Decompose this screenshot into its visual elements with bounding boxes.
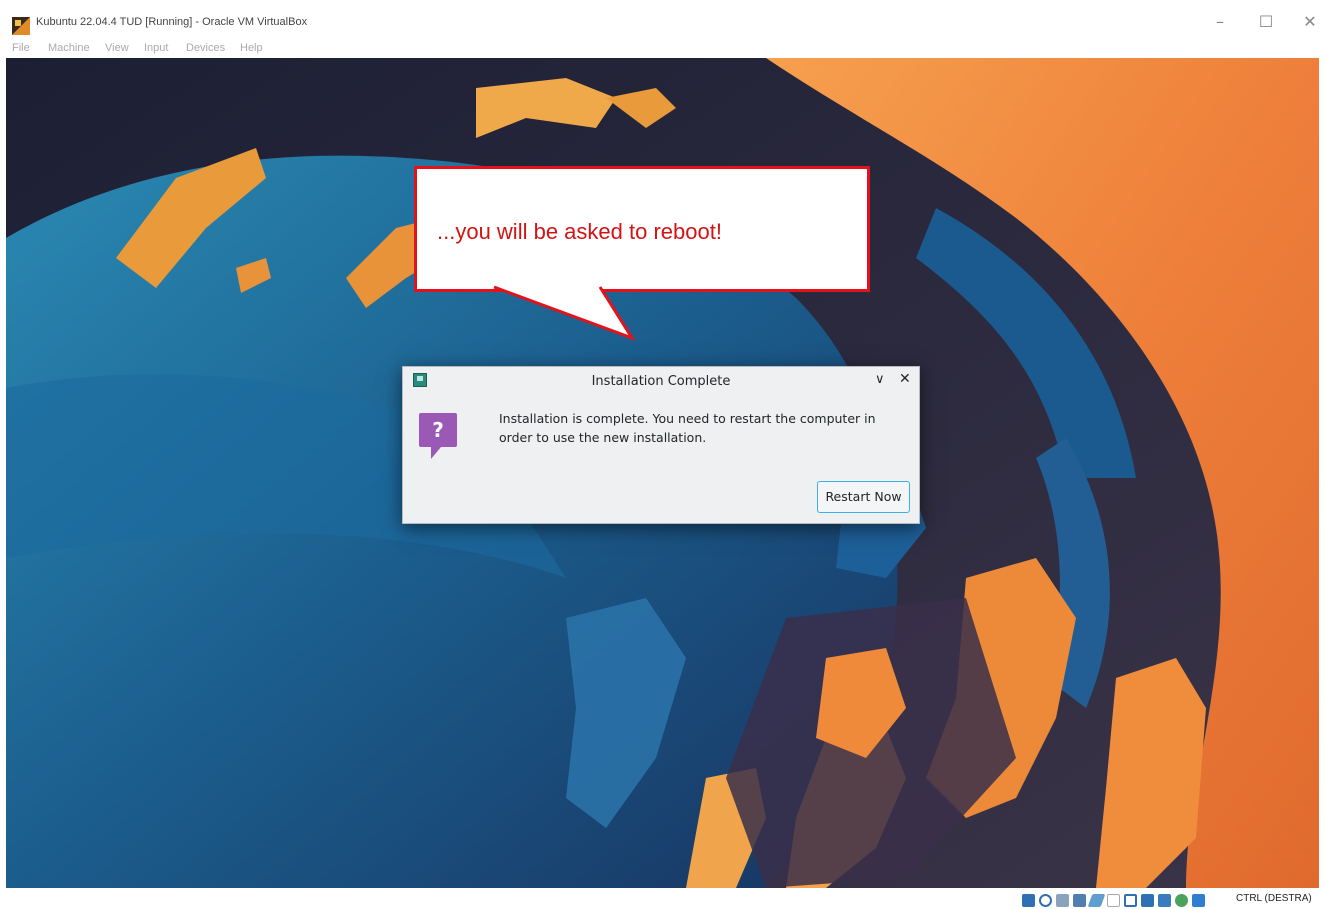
window-title: Kubuntu 22.04.4 TUD [Running] - Oracle V… [36, 16, 308, 28]
minimize-button[interactable]: – [1206, 10, 1234, 34]
dialog-title: Installation Complete [591, 374, 731, 389]
cpu-icon[interactable] [1158, 894, 1171, 907]
dialog-titlebar[interactable]: Installation Complete ∨ ✕ [403, 367, 919, 397]
question-mark: ? [432, 418, 444, 442]
display-icon[interactable] [1124, 894, 1137, 907]
host-key-label: CTRL (DESTRA) [1236, 893, 1312, 904]
host-titlebar: Kubuntu 22.04.4 TUD [Running] - Oracle V… [0, 0, 1325, 42]
hard-disk-icon[interactable] [1022, 894, 1035, 907]
installation-complete-dialog: Installation Complete ∨ ✕ ? Installation… [402, 366, 920, 524]
annotation-callout: ...you will be asked to reboot! [414, 166, 870, 292]
status-bar: CTRL (DESTRA) [0, 888, 1325, 909]
network-icon[interactable] [1073, 894, 1086, 907]
video-capture-icon[interactable] [1141, 894, 1154, 907]
question-icon: ? [419, 413, 457, 459]
chevron-down-icon[interactable]: ∨ [875, 372, 885, 387]
menu-input[interactable]: Input [144, 42, 168, 54]
usb-icon[interactable] [1087, 894, 1106, 907]
virtualbox-app-icon [12, 17, 30, 35]
menu-devices[interactable]: Devices [186, 42, 225, 54]
mouse-integration-icon[interactable] [1192, 894, 1205, 907]
maximize-button[interactable]: ☐ [1252, 10, 1280, 34]
callout-text: ...you will be asked to reboot! [437, 219, 722, 244]
restart-now-button[interactable]: Restart Now [817, 481, 910, 513]
recording-icon[interactable] [1175, 894, 1188, 907]
menu-view[interactable]: View [105, 42, 129, 54]
optical-drive-icon[interactable] [1039, 894, 1052, 907]
vm-display[interactable]: ...you will be asked to reboot! Installa… [6, 58, 1319, 888]
dialog-message: Installation is complete. You need to re… [499, 411, 876, 445]
dialog-close-icon[interactable]: ✕ [899, 371, 911, 387]
menu-bar: File Machine View Input Devices Help [0, 42, 1325, 58]
menu-machine[interactable]: Machine [48, 42, 90, 54]
callout-tail [493, 285, 636, 341]
shared-folders-icon[interactable] [1107, 894, 1120, 907]
audio-icon[interactable] [1056, 894, 1069, 907]
menu-file[interactable]: File [12, 42, 30, 54]
menu-help[interactable]: Help [240, 42, 263, 54]
close-button[interactable]: ✕ [1296, 10, 1324, 34]
